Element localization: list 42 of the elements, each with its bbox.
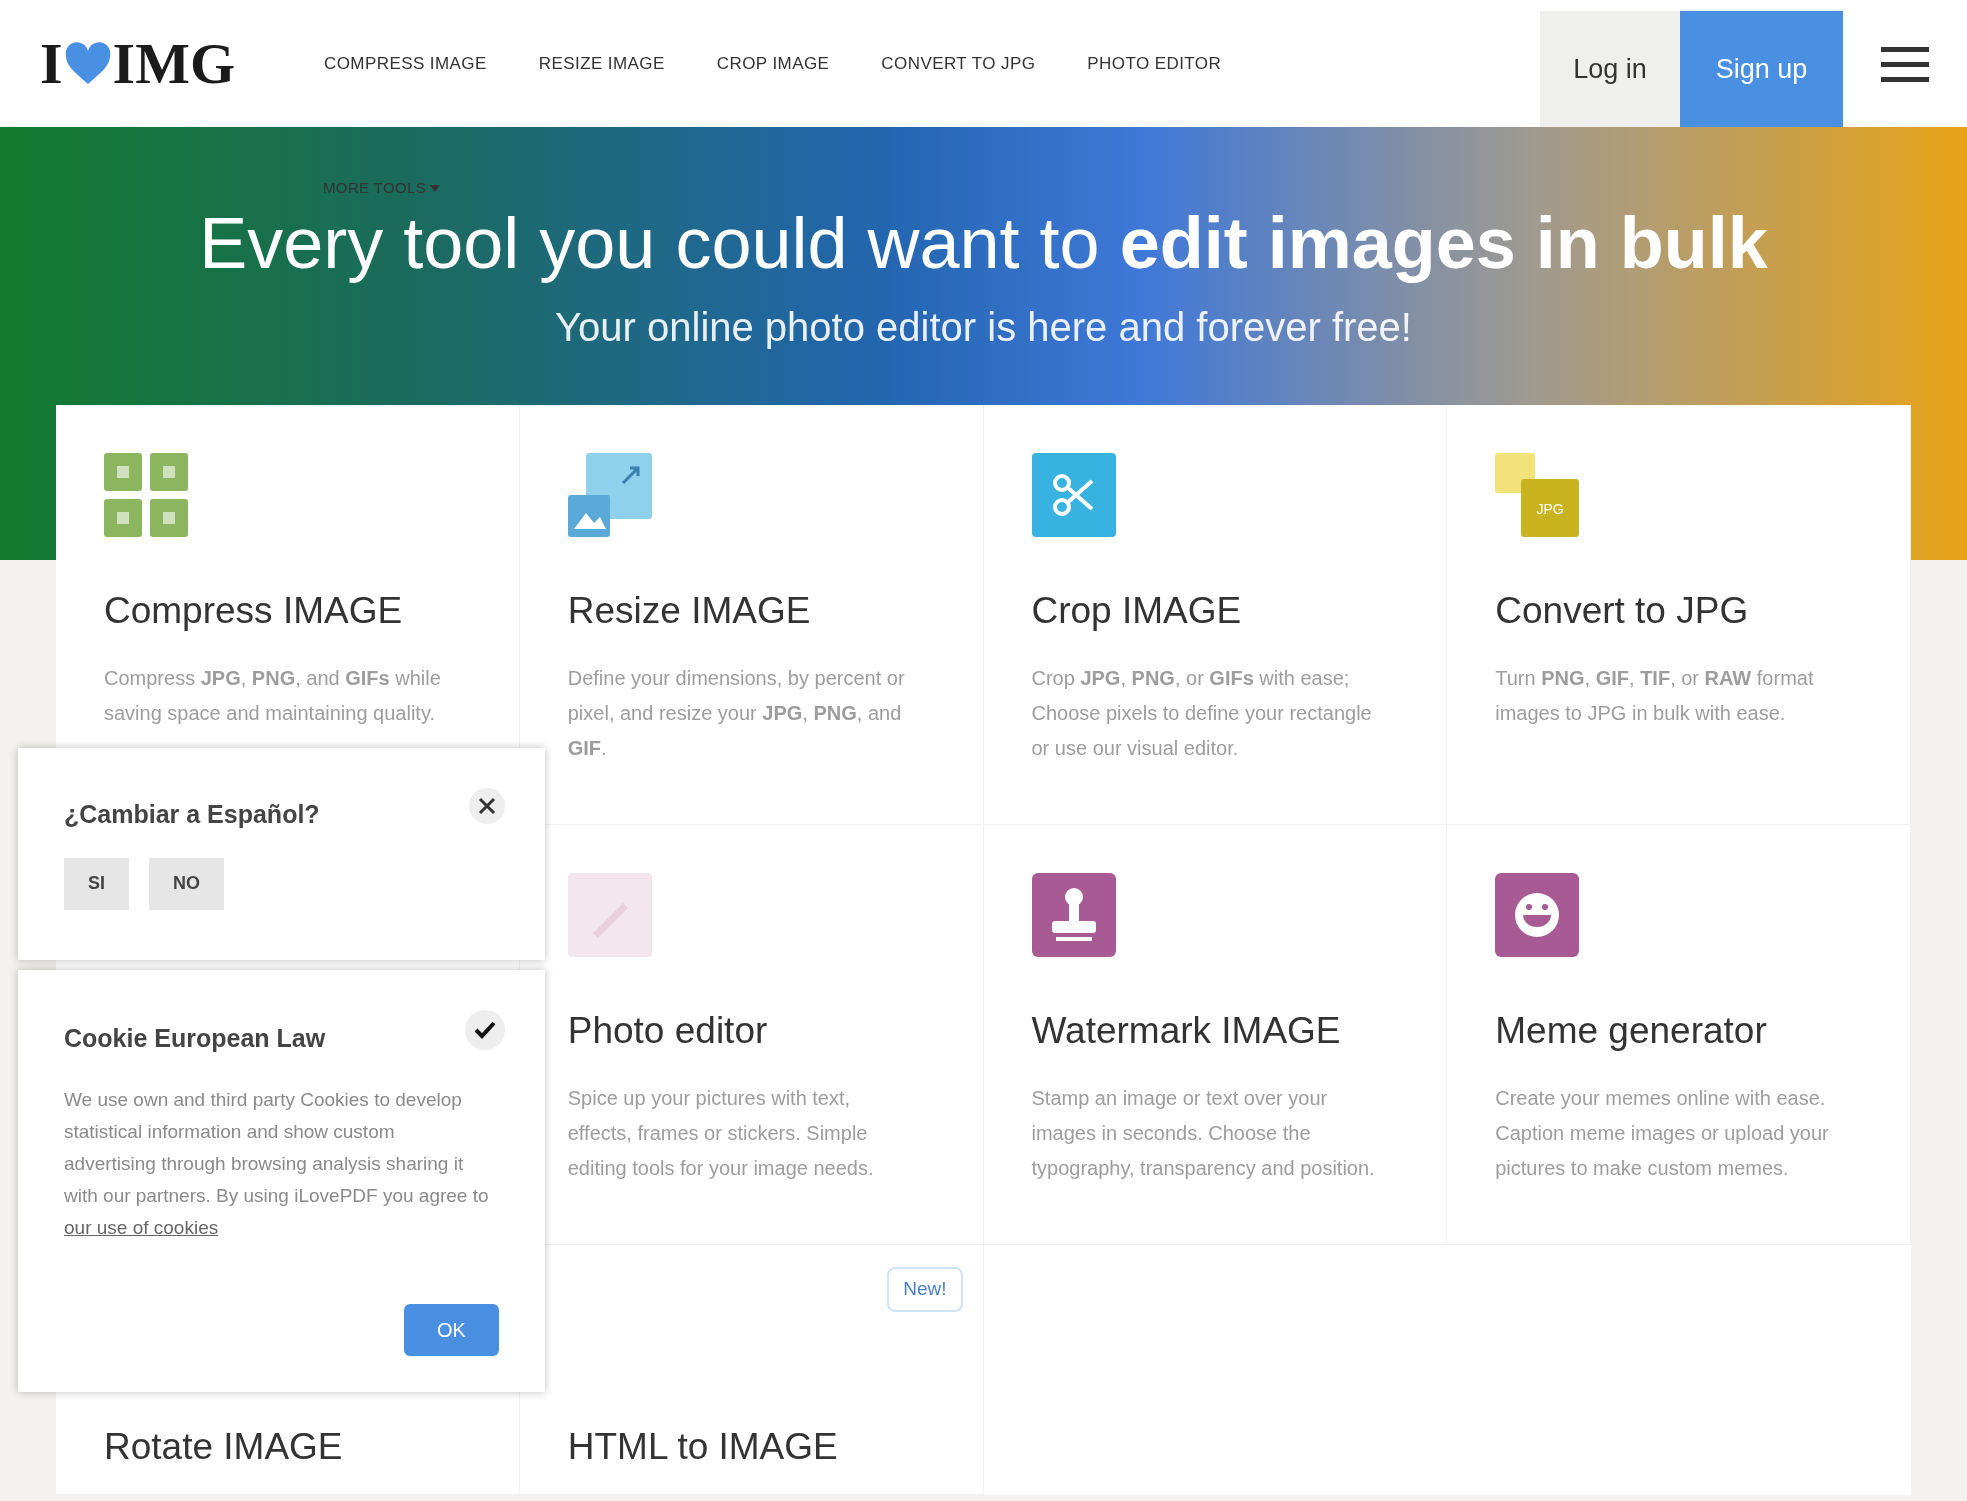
check-icon: [465, 1010, 505, 1050]
nav-link[interactable]: CONVERT TO JPG: [881, 50, 1036, 77]
nav-link[interactable]: PHOTO EDITOR: [1087, 50, 1222, 77]
cookie-text: We use own and third party Cookies to develop statistical information and show custom advertising through browsing analysis sharing it with our partners. By using iLovePDF you agree to our use of cookies: [64, 1087, 490, 1240]
nav-link[interactable]: RESIZE IMAGE: [538, 50, 665, 77]
resize-icon: [567, 453, 652, 537]
squares-icon: [104, 453, 188, 537]
tool-title: Meme generator: [1495, 1009, 1768, 1053]
cookie-policy-link[interactable]: our use of cookies: [64, 1216, 219, 1238]
menu-icon[interactable]: [1881, 44, 1929, 83]
tool-description: Turn PNG, GIF, TIF, or RAW format images to JPG in bulk with ease.: [1495, 665, 1815, 726]
language-option-button[interactable]: NO: [149, 857, 224, 910]
hero-title: Every tool you could want to edit images in bulk: [198, 202, 1769, 285]
scissors-icon: [1031, 453, 1116, 537]
tool-title: Compress IMAGE: [104, 589, 404, 633]
nav-link[interactable]: CROP IMAGE: [716, 50, 830, 77]
language-option-button[interactable]: SI: [64, 857, 129, 910]
tool-title: Watermark IMAGE: [1031, 1009, 1342, 1053]
login-button[interactable]: Log in: [1540, 11, 1680, 127]
tool-description: Create your memes online with ease. Caption meme images or upload your pictures to make custom memes.: [1495, 1085, 1830, 1181]
tool-title: Crop IMAGE: [1031, 589, 1243, 633]
cookie-title: Cookie European Law: [64, 1023, 326, 1054]
stamp-icon: [1031, 873, 1116, 957]
tool-description: Define your dimensions, by percent or pixel, and resize your JPG, PNG, and GIF.: [567, 665, 906, 761]
tool-title: Rotate IMAGE: [104, 1425, 344, 1469]
caret-icon: [430, 184, 441, 192]
popup-question: ¿Cambiar a Español?: [64, 799, 320, 830]
tool-title: HTML to IMAGE: [567, 1425, 839, 1469]
tool-description: Spice up your pictures with text, effects, frames or stickers. Simple editing tools for your image needs.: [567, 1085, 875, 1181]
tool-description: Crop JPG, PNG, or GIFs with ease; Choose pixels to define your rectangle or use our visual editor.: [1031, 665, 1373, 761]
logo[interactable]: I IMG: [40, 34, 280, 93]
nav-link[interactable]: COMPRESS IMAGE: [324, 50, 487, 77]
tool-title: Resize IMAGE: [567, 589, 812, 633]
pencil-icon: [567, 873, 652, 957]
hero-subtitle: Your online photo editor is here and forever free!: [554, 304, 1413, 351]
tool-title: Convert to JPG: [1495, 589, 1750, 633]
tool-title: Photo editor: [567, 1009, 769, 1053]
new-badge: New!: [887, 1267, 963, 1312]
smiley-icon: [1495, 873, 1580, 957]
tool-description: Stamp an image or text over your images in seconds. Choose the typography, transparency and position.: [1031, 1085, 1376, 1181]
tool-description: Compress JPG, PNG, and GIFs while saving space and maintaining quality.: [104, 665, 442, 726]
close-icon[interactable]: [469, 788, 505, 824]
